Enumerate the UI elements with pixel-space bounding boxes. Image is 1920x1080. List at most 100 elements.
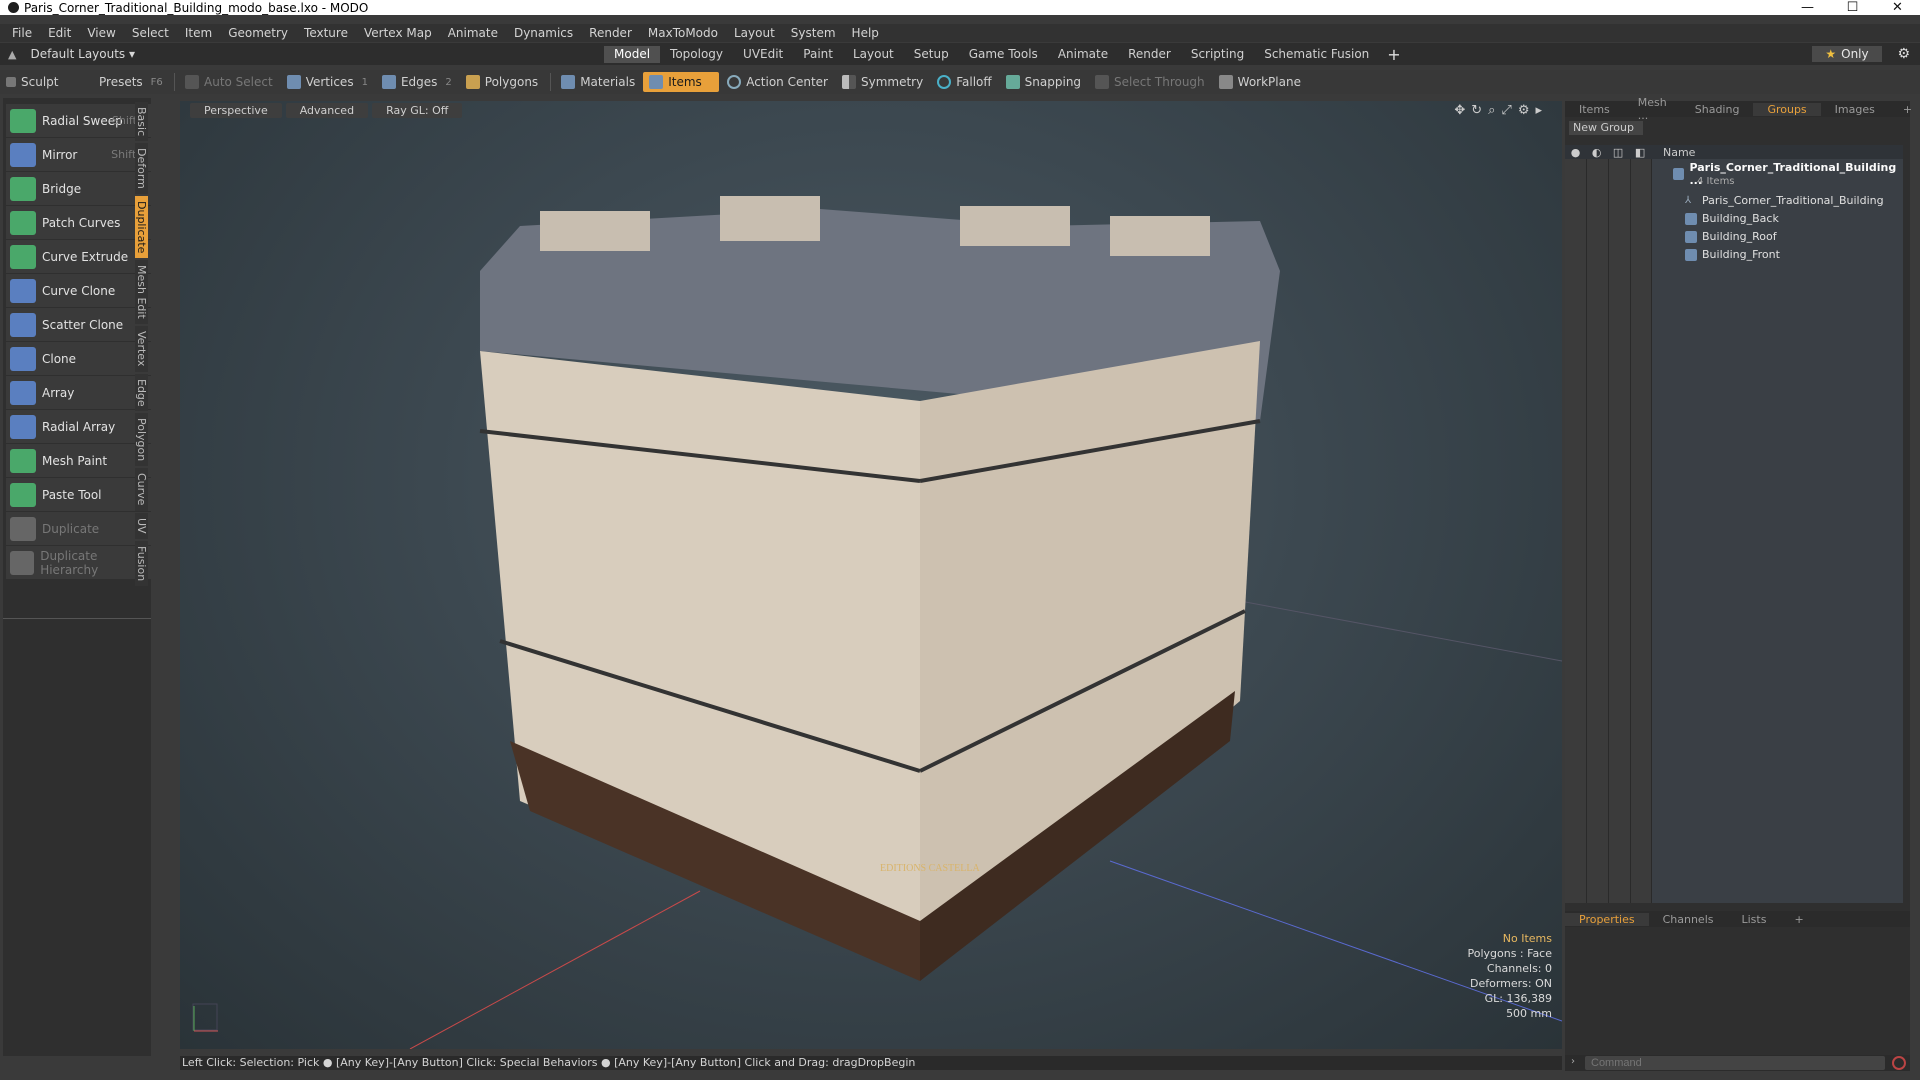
menu-file[interactable]: File — [4, 26, 40, 40]
tab-setup[interactable]: Setup — [904, 46, 959, 63]
tool-duplicate-hierarchy[interactable]: Duplicate Hierarchy — [6, 546, 151, 579]
select-through-button[interactable]: Select Through — [1089, 72, 1211, 92]
tab-game-tools[interactable]: Game Tools — [959, 46, 1048, 63]
viewport-gear-icon[interactable]: ⚙ — [1518, 103, 1530, 118]
minimize-button[interactable]: — — [1785, 0, 1830, 15]
add-properties-tab-icon[interactable]: + — [1780, 913, 1817, 926]
vtab-basic[interactable]: Basic — [135, 102, 148, 142]
view-perspective-button[interactable]: Perspective — [190, 103, 282, 118]
auto-select-button[interactable]: Auto Select — [179, 72, 279, 92]
render-column-icon[interactable]: ◐ — [1592, 146, 1602, 159]
vtab-fusion[interactable]: Fusion — [135, 540, 148, 586]
command-expand-icon[interactable]: › — [1571, 1056, 1575, 1067]
add-panel-tab-icon[interactable]: + — [1889, 103, 1920, 116]
items-button[interactable]: Items — [643, 72, 720, 92]
menu-item[interactable]: Item — [177, 26, 220, 40]
viewport-menu-icon[interactable]: ▸ — [1535, 103, 1542, 118]
zoom-view-icon[interactable]: ⌕ — [1488, 103, 1495, 118]
tab-items[interactable]: Items — [1565, 103, 1624, 116]
vtab-deform[interactable]: Deform — [135, 143, 148, 195]
snapping-button[interactable]: Snapping — [1000, 72, 1087, 92]
tool-array[interactable]: Array — [6, 376, 151, 409]
tab-images[interactable]: Images — [1821, 103, 1889, 116]
lock-column-icon[interactable]: ◫ — [1613, 146, 1623, 159]
vtab-uv[interactable]: UV — [135, 512, 148, 539]
tree-item-locator[interactable]: ⅄ Paris_Corner_Traditional_Building — [1685, 194, 1884, 207]
menu-select[interactable]: Select — [124, 26, 177, 40]
visibility-column-icon[interactable]: ● — [1571, 146, 1581, 159]
new-group-button[interactable]: New Group — [1569, 121, 1643, 135]
vtab-vertex[interactable]: Vertex — [135, 326, 148, 372]
menu-view[interactable]: View — [79, 26, 123, 40]
tree-item-building-front[interactable]: Building_Front — [1685, 248, 1780, 261]
tree-item-building-roof[interactable]: Building_Roof — [1685, 230, 1777, 243]
tool-duplicate[interactable]: Duplicate — [6, 512, 151, 545]
menu-geometry[interactable]: Geometry — [220, 26, 296, 40]
raygl-button[interactable]: Ray GL: Off — [372, 103, 463, 118]
materials-button[interactable]: Materials — [555, 72, 641, 92]
tab-scripting[interactable]: Scripting — [1181, 46, 1254, 63]
tool-radial-array[interactable]: Radial Array — [6, 410, 151, 443]
menu-system[interactable]: System — [783, 26, 844, 40]
tab-lists[interactable]: Lists — [1728, 913, 1781, 926]
tab-properties[interactable]: Properties — [1565, 912, 1649, 926]
sculpt-button[interactable]: Sculpt — [0, 72, 86, 92]
menu-animate[interactable]: Animate — [440, 26, 506, 40]
maximize-button[interactable]: ☐ — [1830, 0, 1875, 15]
record-macro-icon[interactable] — [1892, 1056, 1906, 1070]
tab-layout[interactable]: Layout — [843, 46, 904, 63]
layout-selector[interactable]: ▲ Default Layouts ▾ — [0, 47, 604, 61]
vtab-duplicate[interactable]: Duplicate — [135, 196, 148, 259]
tree-item-building-back[interactable]: Building_Back — [1685, 212, 1779, 225]
rotate-view-icon[interactable]: ↻ — [1471, 103, 1482, 118]
tool-mirror[interactable]: Mirror Shift-V — [6, 138, 151, 171]
vtab-edge[interactable]: Edge — [135, 373, 148, 412]
menu-vertex-map[interactable]: Vertex Map — [356, 26, 440, 40]
action-center-button[interactable]: Action Center — [721, 72, 834, 92]
tool-curve-clone[interactable]: Curve Clone — [6, 274, 151, 307]
tab-topology[interactable]: Topology — [660, 46, 733, 63]
tab-render[interactable]: Render — [1118, 46, 1181, 63]
tab-model[interactable]: Model — [604, 45, 661, 63]
vtab-curve[interactable]: Curve — [135, 468, 148, 511]
tool-mesh-paint[interactable]: Mesh Paint — [6, 444, 151, 477]
layout-pin-icon[interactable]: ▲ — [8, 48, 16, 61]
vtab-mesh-edit[interactable]: Mesh Edit — [135, 260, 148, 325]
tool-patch-curves[interactable]: Patch Curves — [6, 206, 151, 239]
edges-button[interactable]: Edges 2 — [376, 72, 458, 92]
menu-maxtomodo[interactable]: MaxToModo — [640, 26, 726, 40]
tool-curve-extrude[interactable]: Curve Extrude — [6, 240, 151, 273]
workplane-button[interactable]: WorkPlane — [1213, 72, 1307, 92]
tab-shading[interactable]: Shading — [1681, 103, 1754, 116]
tab-channels[interactable]: Channels — [1649, 913, 1728, 926]
tool-bridge[interactable]: Bridge — [6, 172, 151, 205]
polygons-button[interactable]: Polygons — [460, 72, 544, 92]
fit-view-icon[interactable]: ⤢ — [1501, 103, 1511, 118]
falloff-button[interactable]: Falloff — [931, 72, 997, 92]
close-button[interactable]: ✕ — [1875, 0, 1920, 15]
tab-uvedit[interactable]: UVEdit — [733, 46, 793, 63]
vtab-polygon[interactable]: Polygon — [135, 413, 148, 467]
menu-edit[interactable]: Edit — [40, 26, 79, 40]
move-view-icon[interactable]: ✥ — [1454, 103, 1465, 118]
3d-viewport[interactable]: EDITIONS CASTELLA Perspective Advanced R… — [180, 101, 1562, 1049]
vertices-button[interactable]: Vertices 1 — [281, 72, 374, 92]
command-input[interactable] — [1585, 1056, 1885, 1070]
menu-dynamics[interactable]: Dynamics — [506, 26, 581, 40]
tab-animate[interactable]: Animate — [1048, 46, 1118, 63]
shading-advanced-button[interactable]: Advanced — [285, 103, 369, 118]
menu-help[interactable]: Help — [844, 26, 887, 40]
tool-clone[interactable]: Clone — [6, 342, 151, 375]
tool-scatter-clone[interactable]: Scatter Clone — [6, 308, 151, 341]
select-column-icon[interactable]: ◧ — [1635, 146, 1645, 159]
tab-schematic-fusion[interactable]: Schematic Fusion — [1254, 46, 1379, 63]
symmetry-button[interactable]: Symmetry — [836, 72, 929, 92]
menu-texture[interactable]: Texture — [296, 26, 356, 40]
presets-button[interactable]: Presets F6 — [88, 72, 168, 92]
menu-layout[interactable]: Layout — [726, 26, 783, 40]
add-tab-icon[interactable]: + — [1379, 45, 1408, 64]
tab-paint[interactable]: Paint — [793, 46, 843, 63]
only-toggle[interactable]: ★ Only — [1812, 46, 1882, 62]
tab-mesh[interactable]: Mesh ... — [1624, 96, 1681, 122]
tool-radial-sweep[interactable]: Radial Sweep Shift-L — [6, 104, 151, 137]
